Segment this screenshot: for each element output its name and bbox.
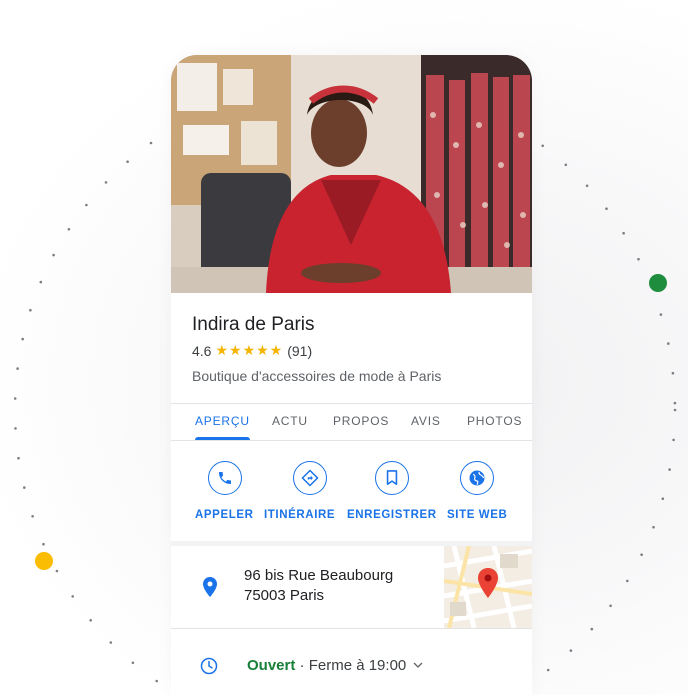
arc-dot bbox=[673, 401, 677, 405]
green-accent-dot bbox=[649, 274, 667, 292]
arc-dot bbox=[39, 280, 43, 284]
arc-dot bbox=[67, 228, 71, 231]
rating-row[interactable]: 4.6 ★★★★★ (91) bbox=[192, 342, 312, 359]
arc-dot bbox=[661, 497, 665, 501]
arc-dot bbox=[71, 595, 74, 598]
business-category: Boutique d'accessoires de mode à Paris bbox=[192, 368, 442, 384]
arc-dot bbox=[585, 184, 589, 188]
tab-bar: APERÇU ACTU PROPOS AVIS PHOTOS bbox=[171, 404, 532, 440]
star-rating-icon: ★★★★★ bbox=[215, 342, 284, 358]
yellow-accent-dot bbox=[35, 552, 53, 570]
arc-dot bbox=[546, 668, 550, 672]
arc-dot bbox=[21, 337, 25, 341]
address-text: 96 bis Rue Beaubourg 75003 Paris bbox=[244, 566, 393, 606]
bookmark-icon bbox=[375, 461, 409, 495]
arc-dot bbox=[55, 569, 59, 573]
save-button[interactable]: ENREGISTRER bbox=[347, 441, 447, 541]
arc-dot bbox=[659, 313, 663, 316]
location-pin-icon bbox=[203, 577, 217, 597]
arc-dot bbox=[541, 144, 544, 148]
arc-dot bbox=[31, 515, 34, 518]
hours-separator: · bbox=[295, 657, 309, 674]
directions-icon bbox=[293, 461, 327, 495]
call-label: APPELER bbox=[195, 509, 254, 521]
action-bar: APPELER ITINÉRAIRE ENREGISTRER SITE WEB bbox=[171, 441, 532, 541]
arc-dot bbox=[652, 525, 655, 529]
arc-dot bbox=[564, 163, 568, 167]
business-info: Indira de Paris 4.6 ★★★★★ (91) Boutique … bbox=[171, 293, 532, 403]
business-name: Indira de Paris bbox=[192, 314, 315, 335]
arc-dot bbox=[13, 397, 17, 400]
arc-dot bbox=[104, 181, 108, 184]
arc-dot bbox=[668, 468, 671, 471]
directions-label: ITINÉRAIRE bbox=[264, 509, 336, 521]
review-count: (91) bbox=[287, 342, 313, 359]
website-button[interactable]: SITE WEB bbox=[443, 441, 532, 541]
arc-dot bbox=[23, 486, 26, 489]
address-line-2: 75003 Paris bbox=[244, 587, 325, 604]
arc-dot bbox=[640, 553, 643, 556]
arc-dot bbox=[42, 542, 45, 546]
tab-photos[interactable]: PHOTOS bbox=[467, 414, 522, 428]
arc-dot bbox=[89, 619, 92, 622]
rating-value: 4.6 bbox=[192, 342, 212, 359]
arc-dot bbox=[16, 367, 19, 370]
hours-row[interactable]: Ouvert · Ferme à 19:00 bbox=[171, 633, 532, 695]
arc-dot bbox=[590, 627, 594, 631]
arc-dot bbox=[17, 456, 20, 460]
arc-dot bbox=[667, 342, 670, 345]
globe-icon bbox=[460, 461, 494, 495]
arc-dot bbox=[85, 203, 88, 207]
business-profile-card: Indira de Paris 4.6 ★★★★★ (91) Boutique … bbox=[171, 55, 532, 695]
tab-avis[interactable]: AVIS bbox=[411, 414, 441, 428]
save-label: ENREGISTRER bbox=[347, 509, 437, 521]
address-row[interactable]: 96 bis Rue Beaubourg 75003 Paris bbox=[171, 546, 532, 628]
arc-dot bbox=[109, 641, 113, 644]
open-status: Ouvert bbox=[247, 657, 296, 674]
arc-dot bbox=[626, 579, 629, 583]
directions-button[interactable]: ITINÉRAIRE bbox=[261, 441, 361, 541]
tab-actu[interactable]: ACTU bbox=[272, 414, 308, 428]
arc-dot bbox=[637, 257, 640, 261]
tab-propos[interactable]: PROPOS bbox=[333, 414, 389, 428]
website-label: SITE WEB bbox=[447, 509, 508, 521]
arc-dot bbox=[29, 308, 32, 312]
clock-icon bbox=[200, 657, 218, 675]
arc-dot bbox=[131, 661, 135, 665]
map-thumbnail[interactable] bbox=[444, 546, 532, 628]
address-line-1: 96 bis Rue Beaubourg bbox=[244, 567, 394, 584]
divider bbox=[171, 628, 532, 629]
arc-dot bbox=[622, 231, 625, 235]
phone-icon bbox=[208, 461, 242, 495]
arc-dot bbox=[605, 207, 608, 210]
tab-apercu[interactable]: APERÇU bbox=[195, 414, 250, 428]
chevron-down-icon[interactable] bbox=[413, 660, 423, 670]
arc-dot bbox=[672, 438, 675, 442]
closing-time: Ferme à 19:00 bbox=[308, 657, 407, 674]
arc-dot bbox=[673, 408, 677, 412]
hours-text: Ouvert · Ferme à 19:00 bbox=[247, 657, 423, 674]
arc-dot bbox=[14, 427, 17, 430]
arc-dot bbox=[609, 604, 612, 608]
arc-dot bbox=[149, 141, 153, 145]
call-button[interactable]: APPELER bbox=[174, 441, 274, 541]
arc-dot bbox=[126, 160, 129, 163]
arc-dot bbox=[671, 371, 675, 375]
arc-dot bbox=[52, 253, 55, 257]
arc-dot bbox=[155, 679, 158, 683]
arc-dot bbox=[569, 649, 573, 652]
business-photo bbox=[171, 55, 532, 293]
